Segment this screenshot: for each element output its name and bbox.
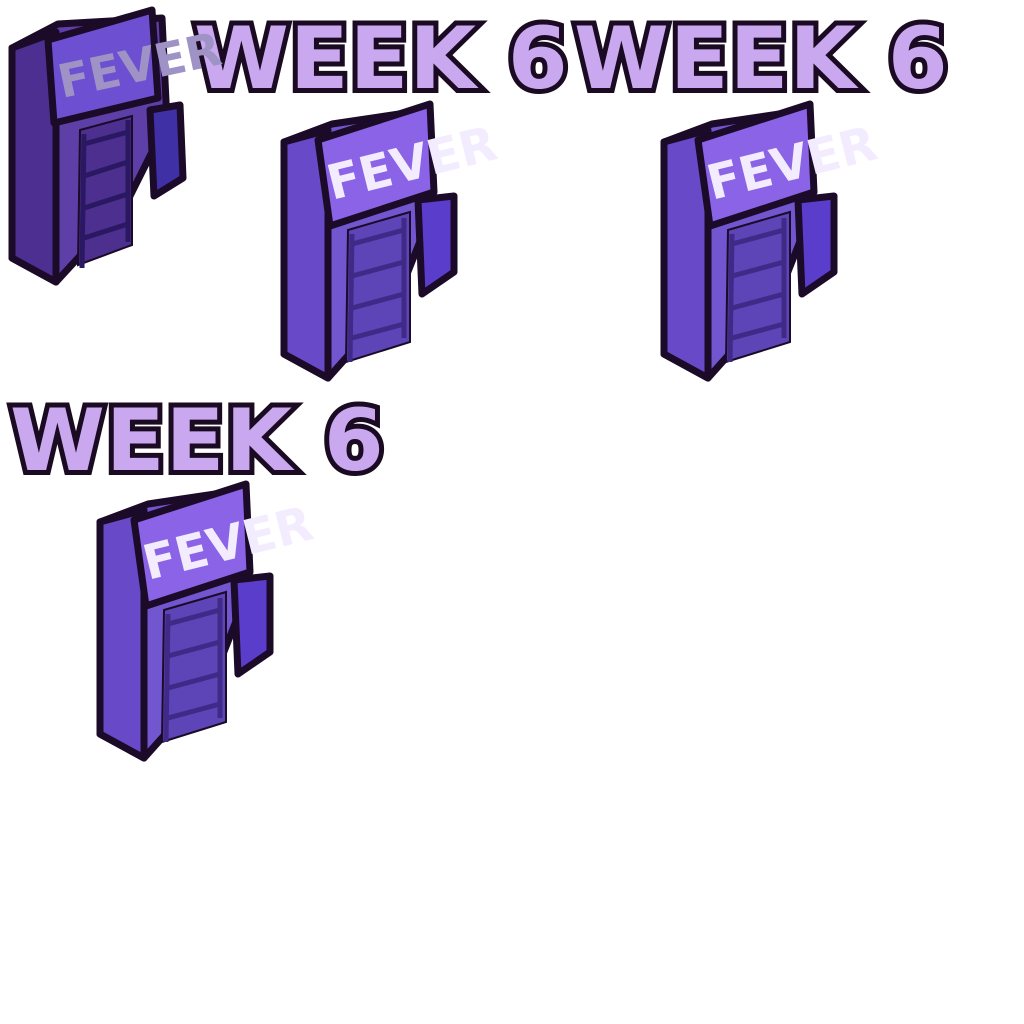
fever-building-sprite-2: FEVER [280, 100, 502, 382]
sprite-sheet: WEEK 6 WEEK 6 WEEK 6 FEVER FEVER FEVER F… [0, 0, 1024, 1024]
week-title-top-right: WEEK 6 [569, 4, 953, 114]
week-title-top-middle: WEEK 6 [189, 4, 573, 114]
fever-building-sprite-3: FEVER [660, 100, 882, 382]
fever-building-sprite-4: FEVER [96, 480, 318, 762]
week-title-text: WEEK 6 [574, 9, 949, 109]
fever-building-sprite-1: FEVER [8, 6, 226, 286]
week-title-text: WEEK 6 [194, 9, 569, 109]
